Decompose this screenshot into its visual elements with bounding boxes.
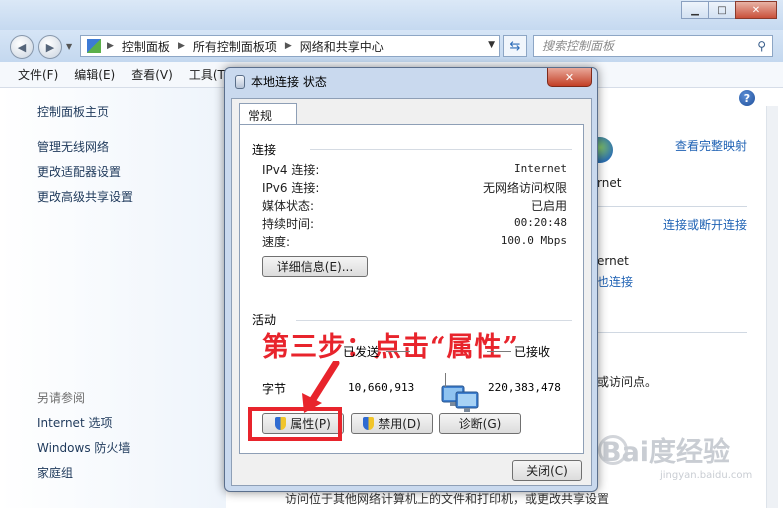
activity-group-label: 活动: [252, 313, 277, 327]
address-row: ◀ ▶ ▼ ▶ 控制面板 ▶ 所有控制面板项 ▶ 网络和共享中心 ▼ ⇆ 搜索控…: [0, 30, 783, 62]
dialog-title: 本地连接 状态: [235, 73, 327, 90]
breadcrumb-all-items[interactable]: 所有控制面板项: [193, 38, 277, 55]
dash-line: [386, 351, 410, 352]
section-divider: [597, 206, 747, 207]
tab-general[interactable]: 常规: [239, 103, 297, 125]
disable-button-label: 禁用(D): [378, 417, 421, 431]
ipv6-label: IPv6 连接:: [262, 181, 320, 195]
nav-change-adapter[interactable]: 更改适配器设置: [37, 163, 121, 180]
divider: [445, 373, 446, 387]
nav-windows-firewall[interactable]: Windows 防火墙: [37, 439, 130, 456]
search-input[interactable]: 搜索控制面板 ⚲: [533, 35, 773, 57]
search-icon[interactable]: ⚲: [757, 36, 766, 56]
local-connection-link[interactable]: 也连接: [597, 273, 633, 290]
section-divider: [597, 332, 747, 333]
menu-view[interactable]: 查看(V): [131, 66, 173, 83]
watermark-url: jingyan.baidu.com: [660, 470, 753, 481]
menu-file[interactable]: 文件(F): [18, 66, 58, 83]
menu-edit[interactable]: 编辑(E): [74, 66, 115, 83]
connect-disconnect-link[interactable]: 连接或断开连接: [663, 216, 747, 233]
nav-advanced-sharing[interactable]: 更改高级共享设置: [37, 188, 133, 205]
sharing-description: 访问位于其他网络计算机上的文件和打印机，或更改共享设置: [285, 492, 610, 506]
access-point-text: 或访问点。: [597, 375, 658, 389]
dash-line: [487, 351, 511, 352]
media-state-value: 已启用: [530, 199, 567, 213]
search-placeholder: 搜索控制面板: [542, 39, 615, 53]
nav-manage-wireless[interactable]: 管理无线网络: [37, 138, 109, 155]
back-arrow-icon: ◀: [17, 40, 27, 54]
uac-shield-icon: [363, 417, 375, 430]
breadcrumb-control-panel[interactable]: 控制面板: [122, 38, 170, 55]
connection-group-label: 连接: [252, 143, 277, 157]
general-panel: 连接 IPv4 连接: Internet IPv6 连接: 无网络访问权限 媒体…: [239, 124, 584, 454]
local-connection-status-dialog: 本地连接 状态 ✕ 常规 连接 IPv4 连接: Internet IPv6 连…: [224, 67, 598, 492]
refresh-icon: ⇆: [509, 38, 521, 54]
view-full-map-link[interactable]: 查看完整映射: [675, 137, 747, 154]
refresh-button[interactable]: ⇆: [503, 35, 527, 57]
watermark-text: Bai度经验: [601, 437, 731, 468]
ipv6-value: 无网络访问权限: [482, 181, 567, 195]
close-icon: ✕: [564, 70, 575, 84]
network-computers-icon: [441, 385, 479, 412]
address-bar[interactable]: ▶ 控制面板 ▶ 所有控制面板项 ▶ 网络和共享中心 ▼: [80, 35, 500, 57]
duration-label: 持续时间:: [262, 217, 315, 231]
bytes-received-value: 220,383,478: [488, 381, 561, 394]
vertical-scrollbar[interactable]: [766, 106, 778, 508]
annotation-arrow-icon: [302, 361, 340, 413]
group-divider: [296, 320, 572, 321]
duration-value: 00:20:48: [514, 216, 567, 229]
maximize-button[interactable]: □: [708, 1, 736, 19]
help-icon[interactable]: ?: [739, 90, 755, 106]
step-annotation: 第三步：点击“属性”: [262, 332, 520, 363]
left-nav: 控制面板主页 管理无线网络 更改适配器设置 更改高级共享设置 另请参阅 Inte…: [0, 88, 226, 508]
group-divider: [310, 149, 572, 150]
network-adapter-icon: [235, 74, 245, 89]
media-state-label: 媒体状态:: [262, 199, 315, 213]
received-label: 已接收: [514, 345, 551, 359]
internet-label-1: rnet: [597, 176, 622, 190]
close-window-button[interactable]: ✕: [735, 1, 777, 19]
nav-homegroup[interactable]: 家庭组: [37, 464, 73, 481]
ipv4-label: IPv4 连接:: [262, 163, 320, 177]
forward-arrow-icon: ▶: [45, 40, 55, 54]
nav-control-panel-home[interactable]: 控制面板主页: [37, 103, 109, 120]
dialog-close-action-button[interactable]: 关闭(C): [512, 460, 582, 481]
dialog-body: 常规 连接 IPv4 连接: Internet IPv6 连接: 无网络访问权限…: [231, 98, 592, 486]
address-dropdown-icon[interactable]: ▼: [488, 40, 495, 50]
ipv4-value: Internet: [514, 162, 567, 175]
disable-button[interactable]: 禁用(D): [351, 413, 433, 434]
bytes-sent-value: 10,660,913: [348, 381, 415, 394]
speed-label: 速度:: [262, 235, 291, 249]
speed-value: 100.0 Mbps: [500, 234, 567, 247]
window-titlebar: ▁ □ ✕: [0, 0, 783, 30]
window-controls: ▁ □ ✕: [681, 1, 777, 19]
minimize-button[interactable]: ▁: [681, 1, 709, 19]
dialog-close-button[interactable]: ✕: [547, 68, 592, 87]
sent-label: 已发送: [343, 345, 380, 359]
breadcrumb-network-center[interactable]: 网络和共享中心: [300, 38, 384, 55]
nav-internet-options[interactable]: Internet 选项: [37, 414, 112, 431]
see-also-heading: 另请参阅: [37, 391, 86, 405]
diagnose-button[interactable]: 诊断(G): [439, 413, 521, 434]
forward-button[interactable]: ▶: [38, 35, 62, 59]
dialog-title-text: 本地连接 状态: [251, 75, 327, 89]
back-button[interactable]: ◀: [10, 35, 34, 59]
internet-label-2: ernet: [597, 254, 629, 268]
history-dropdown-icon[interactable]: ▼: [66, 42, 72, 51]
details-button[interactable]: 详细信息(E)...: [262, 256, 368, 277]
bytes-label: 字节: [262, 382, 287, 396]
control-panel-icon: [87, 39, 101, 53]
